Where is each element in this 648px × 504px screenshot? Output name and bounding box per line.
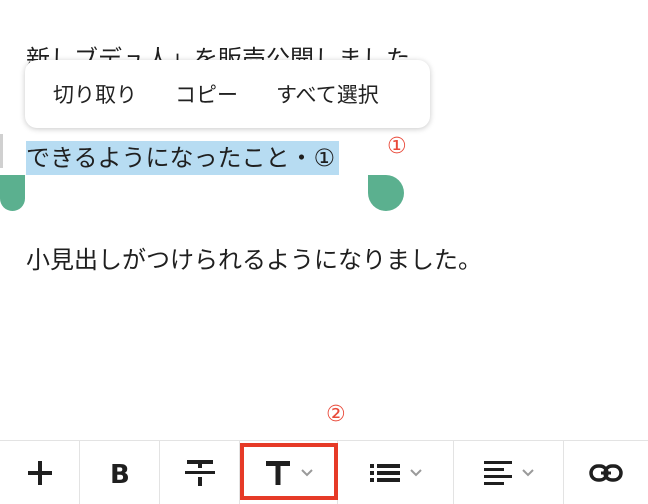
text-cursor-bar [0, 134, 3, 168]
annotation-marker-2: ② [326, 402, 346, 427]
strikethrough-icon [184, 460, 215, 486]
svg-text:B: B [110, 460, 130, 486]
selection-handle-end[interactable] [368, 175, 404, 211]
context-menu: 切り取り コピー すべて選択 [25, 60, 430, 128]
align-button[interactable] [454, 441, 564, 504]
link-icon [589, 464, 623, 482]
text-line-heading: 小見出しがつけられるようになりました。 [26, 246, 482, 274]
link-button[interactable] [564, 441, 648, 504]
text-style-button[interactable] [240, 441, 338, 504]
selection-handle-start[interactable] [0, 175, 25, 211]
menu-item-copy[interactable]: コピー [175, 79, 238, 109]
chevron-down-icon [409, 469, 422, 477]
editor-area[interactable]: 新しブデュ人」を販売公開しました できるようになったこと・① ① 小見出しがつけ… [0, 0, 648, 440]
menu-item-select-all[interactable]: すべて選択 [276, 79, 379, 109]
menu-item-cut[interactable]: 切り取り [53, 79, 137, 109]
align-left-icon [483, 461, 512, 485]
bold-icon: B [110, 460, 130, 486]
selected-text-line[interactable]: できるようになったこと・① [26, 141, 340, 175]
strikethrough-button[interactable] [160, 441, 240, 504]
annotation-marker-1: ① [387, 134, 407, 159]
format-toolbar: B [0, 440, 648, 504]
highlight-box [240, 443, 338, 500]
add-button[interactable] [0, 441, 80, 504]
list-button[interactable] [338, 441, 454, 504]
chevron-down-icon [521, 469, 534, 477]
plus-icon [27, 461, 52, 485]
bold-button[interactable]: B [80, 441, 160, 504]
list-icon [369, 464, 400, 482]
